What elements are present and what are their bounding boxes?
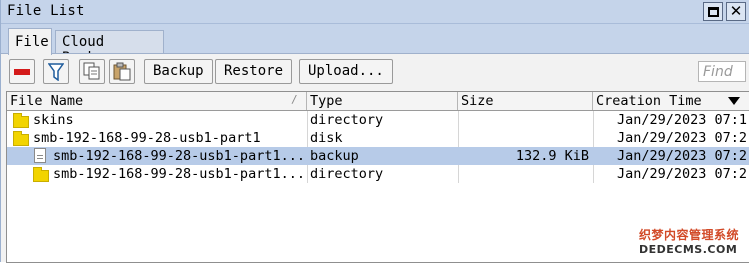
file-name: smb-192-168-99-28-usb1-part1 (33, 130, 261, 146)
file-name: smb-192-168-99-28-usb1-part1... (53, 166, 305, 182)
copy-icon (83, 62, 100, 80)
column-menu-arrow-icon[interactable] (728, 97, 740, 105)
table-row-selected[interactable]: smb-192-168-99-28-usb1-part1... backup 1… (7, 147, 749, 165)
table-row[interactable]: skins directory Jan/29/2023 07:1 (7, 111, 749, 129)
file-type: directory (310, 166, 384, 182)
close-button[interactable]: ✕ (726, 2, 746, 21)
copy-button[interactable] (79, 59, 105, 84)
file-creation-time: Jan/29/2023 07:1 (617, 112, 748, 128)
file-table: File Name / Type Size Creation Time skin… (6, 91, 749, 263)
column-resize-icon: / (291, 93, 298, 106)
close-icon: ✕ (729, 2, 743, 20)
tab-cloud-backup[interactable]: Cloud Backup (55, 30, 164, 66)
maximize-button[interactable] (703, 2, 723, 21)
folder-icon (33, 167, 49, 182)
watermark-line-2: DEDECMS.COM (639, 243, 738, 256)
tab-strip: File Cloud Backup (1, 24, 749, 66)
file-type: disk (310, 130, 343, 146)
file-name: skins (33, 112, 74, 128)
toolbar: Backup Restore Upload... (1, 54, 749, 92)
watermark: 织梦内容管理系统 DEDECMS.COM (639, 226, 747, 256)
file-list-window: File List ✕ File Cloud Backup Restore Up… (0, 0, 749, 263)
file-size: 132.9 KiB (515, 148, 589, 164)
folder-icon (13, 131, 29, 146)
file-type: backup (310, 148, 359, 164)
file-size (461, 129, 589, 147)
file-name: smb-192-168-99-28-usb1-part1... (53, 148, 305, 164)
table-row[interactable]: smb-192-168-99-28-usb1-part1 disk Jan/29… (7, 129, 749, 147)
column-header-type[interactable]: Type (307, 92, 458, 110)
title-bar[interactable]: File List ✕ (1, 0, 749, 24)
restore-button[interactable]: Restore (215, 59, 293, 84)
filter-button[interactable] (43, 59, 69, 84)
watermark-line-1: 织梦内容管理系统 (639, 228, 740, 242)
backup-button[interactable]: Backup (144, 59, 213, 84)
tab-file[interactable]: File (8, 28, 52, 55)
upload-button[interactable]: Upload... (299, 59, 393, 84)
file-creation-time: Jan/29/2023 07:2 (617, 130, 748, 146)
file-type: directory (310, 112, 384, 128)
column-header-file-name[interactable]: File Name (7, 92, 307, 110)
file-size (461, 165, 589, 183)
file-panel: Backup Restore Upload... File Name / Typ… (1, 53, 749, 263)
paste-icon (113, 62, 131, 81)
paste-button[interactable] (109, 59, 135, 84)
column-header-size[interactable]: Size (458, 92, 593, 110)
filter-icon (48, 62, 64, 81)
table-header: File Name / Type Size Creation Time (7, 92, 749, 111)
remove-button[interactable] (9, 59, 35, 84)
file-size (461, 111, 589, 129)
file-creation-time: Jan/29/2023 07:2 (617, 166, 748, 182)
file-creation-time: Jan/29/2023 07:2 (617, 148, 748, 164)
folder-icon (13, 113, 29, 128)
table-row[interactable]: smb-192-168-99-28-usb1-part1... director… (7, 165, 749, 183)
file-icon (34, 148, 46, 163)
window-title: File List (7, 3, 85, 19)
column-header-creation-time[interactable]: Creation Time (593, 92, 749, 110)
minus-icon (14, 68, 30, 75)
maximize-icon (707, 6, 719, 17)
find-input[interactable] (698, 61, 746, 82)
